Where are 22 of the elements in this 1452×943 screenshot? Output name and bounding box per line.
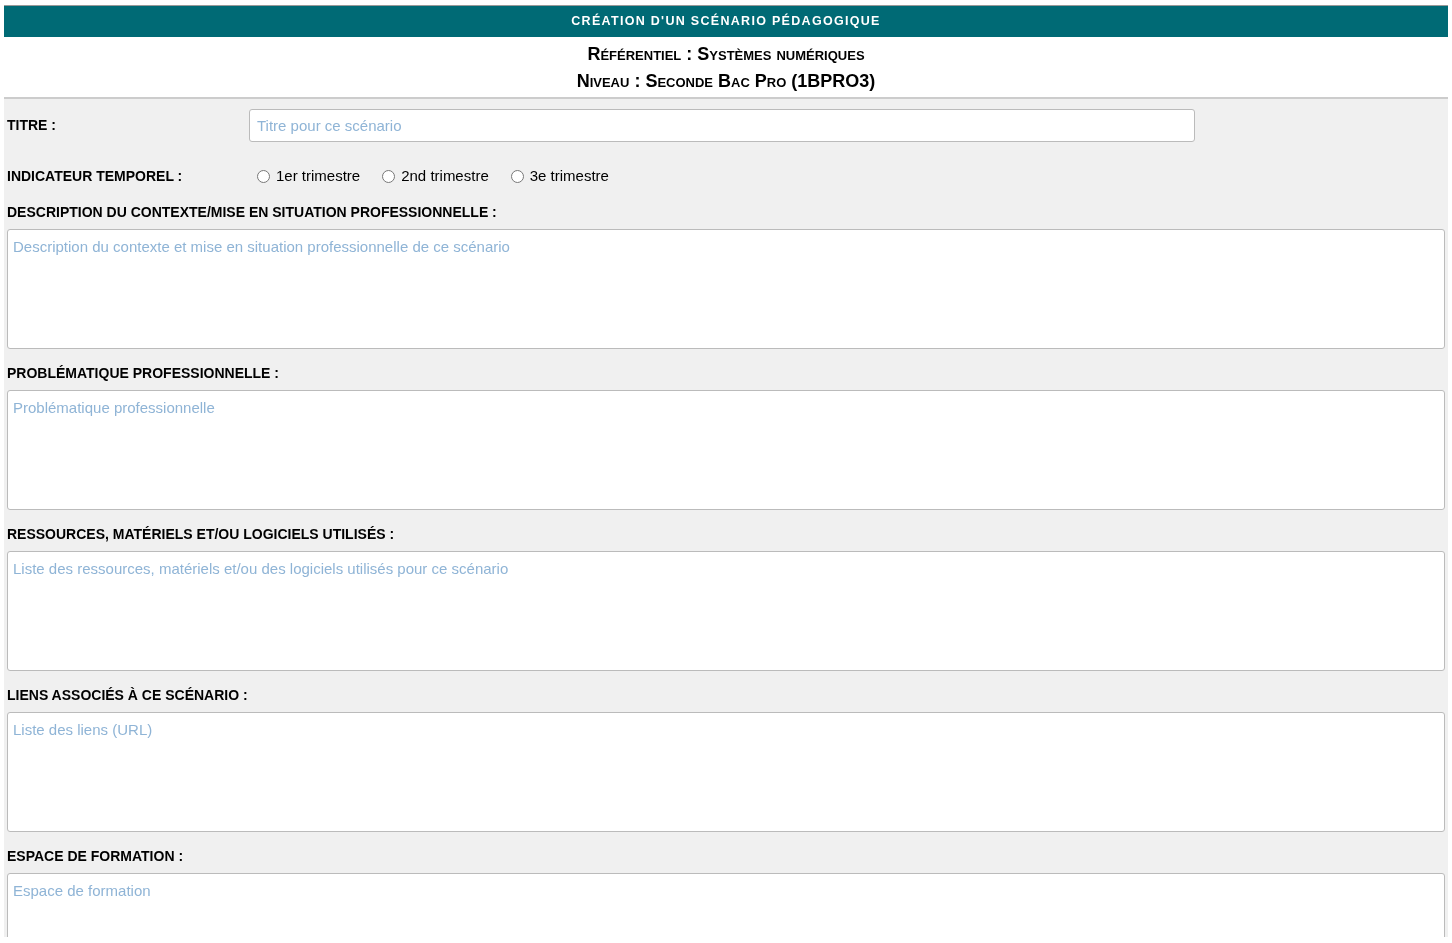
header-line: Référentiel : Systèmes numériques bbox=[587, 43, 865, 66]
text-area[interactable]: Description du contexte et mise en situation professionnelle de ce scénario bbox=[7, 228, 1445, 349]
field-label: ESPACE DE FORMATION : bbox=[7, 847, 184, 864]
radio-button[interactable] bbox=[510, 169, 524, 183]
radio-button[interactable] bbox=[382, 169, 396, 183]
radio-label: 1er trimestre bbox=[276, 166, 361, 186]
title-input[interactable]: Titre pour ce scénario bbox=[249, 109, 1195, 142]
text-area[interactable]: Liste des liens (URL) bbox=[7, 711, 1445, 832]
text-area[interactable]: Problématique professionnelle bbox=[7, 389, 1445, 510]
radio-label: 2nd trimestre bbox=[401, 166, 489, 186]
field-label: DESCRIPTION DU CONTEXTE/MISE EN SITUATION PROFESSIONNELLE : bbox=[7, 203, 497, 220]
field-label: LIENS ASSOCIÉS À CE SCÉNARIO : bbox=[7, 686, 248, 703]
header-line: Niveau : Seconde Bac Pro (1BPRO3) bbox=[576, 70, 876, 93]
field-label: PROBLÉMATIQUE PROFESSIONNELLE : bbox=[7, 364, 279, 381]
field-label: INDICATEUR TEMPOREL : bbox=[7, 166, 184, 186]
radio-label: 3e trimestre bbox=[529, 166, 609, 186]
field-label: RESSOURCES, MATÉRIELS ET/OU LOGICIELS UTILISÉS : bbox=[7, 525, 395, 542]
text-area[interactable]: Liste des ressources, matériels et/ou des logiciels utilisés pour ce scénario bbox=[7, 550, 1445, 671]
text-area[interactable]: Espace de formation bbox=[7, 872, 1445, 937]
title-bar: CRÉATION D'UN SCÉNARIO PÉDAGOGIQUE bbox=[4, 6, 1448, 37]
radio-button[interactable] bbox=[257, 169, 270, 183]
field-label: TITRE : bbox=[7, 116, 57, 135]
